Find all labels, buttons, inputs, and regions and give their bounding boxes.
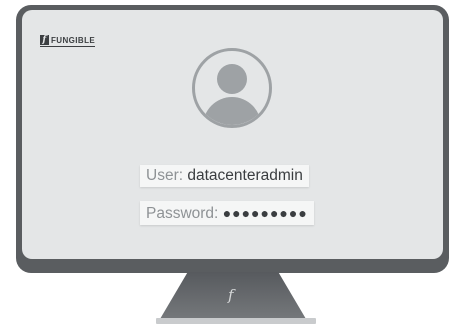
password-label: Password:	[146, 205, 219, 222]
avatar-head	[217, 64, 247, 94]
username-label: User:	[146, 167, 184, 184]
logo-underline	[40, 46, 96, 47]
monitor-base	[156, 318, 316, 324]
username-value: datacenteradmin	[187, 167, 303, 184]
password-value: ●●●●●●●●●	[222, 205, 308, 221]
fungible-logo-icon: f	[40, 35, 49, 45]
password-field[interactable]: Password: ●●●●●●●●●	[140, 201, 314, 225]
fungible-logo: f FUNGIBLE	[40, 35, 96, 47]
stand-logo-icon: f	[228, 286, 234, 304]
avatar-body	[203, 97, 261, 125]
user-avatar-icon	[192, 48, 272, 128]
brand-name: FUNGIBLE	[51, 35, 96, 45]
username-field[interactable]: User: datacenteradmin	[140, 165, 309, 187]
